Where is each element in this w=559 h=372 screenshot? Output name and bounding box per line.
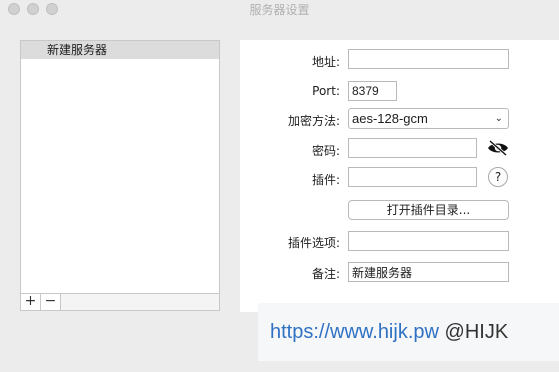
address-input[interactable] [348,49,509,69]
title-bar: 服务器设置 [0,0,559,18]
address-label: 地址: [311,55,340,69]
watermark-text: https://www.hijk.pw @HIJK [270,321,508,344]
open-plugin-directory-button[interactable]: 打开插件目录... [348,200,509,220]
watermark-url: https://www.hijk.pw [270,321,439,343]
password-input[interactable] [348,138,477,158]
plugin-label: 插件: [311,173,340,187]
server-list-controls: + − [20,294,220,311]
encryption-select-value: aes-128-gcm [352,111,428,126]
plugin-options-input[interactable] [348,231,509,251]
window-title: 服务器设置 [249,3,310,17]
remove-server-button[interactable]: − [41,294,61,310]
toggle-password-visibility-button[interactable] [486,138,510,158]
plugin-input[interactable] [348,167,477,187]
port-input[interactable] [348,81,397,101]
password-label: 密码: [311,144,340,158]
plugin-options-label: 插件选项: [287,236,340,250]
watermark-handle: @HIJK [444,321,509,343]
encryption-label: 加密方法: [287,114,340,128]
watermark: https://www.hijk.pw @HIJK [258,303,559,361]
server-list-item[interactable]: 新建服务器 [21,41,219,59]
server-settings-panel: 地址: Port: 加密方法: aes-128-gcm ⌄ 密码: 插件: ? … [240,40,559,312]
chevron-down-icon: ⌄ [494,113,503,124]
add-server-button[interactable]: + [21,294,41,310]
eye-slash-icon [488,139,508,157]
remarks-label: 备注: [311,267,340,281]
port-label: Port: [312,84,340,98]
encryption-select[interactable]: aes-128-gcm ⌄ [348,108,509,129]
server-list[interactable]: 新建服务器 [20,40,220,294]
plugin-help-button[interactable]: ? [488,167,508,187]
remarks-input[interactable] [348,262,509,282]
